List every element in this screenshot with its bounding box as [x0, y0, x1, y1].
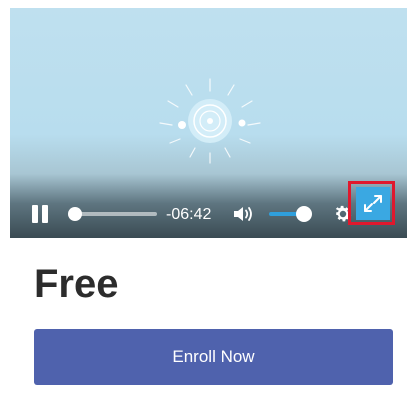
course-card: -06:42 Free Enroll Now [0, 0, 407, 403]
pause-button[interactable] [30, 205, 50, 223]
volume-slider[interactable] [269, 206, 317, 222]
volume-knob[interactable] [296, 206, 312, 222]
progress-bar[interactable] [68, 207, 157, 221]
enroll-button[interactable]: Enroll Now [34, 329, 393, 385]
sun-illustration [159, 78, 261, 164]
pause-icon [32, 205, 38, 223]
fullscreen-icon [364, 195, 382, 212]
course-price: Free [34, 262, 119, 306]
volume-icon[interactable] [232, 204, 256, 224]
progress-track [69, 212, 157, 216]
time-remaining: -06:42 [166, 206, 212, 223]
progress-knob[interactable] [68, 207, 82, 221]
fullscreen-button[interactable] [356, 187, 390, 220]
enroll-button-label: Enroll Now [172, 347, 255, 366]
